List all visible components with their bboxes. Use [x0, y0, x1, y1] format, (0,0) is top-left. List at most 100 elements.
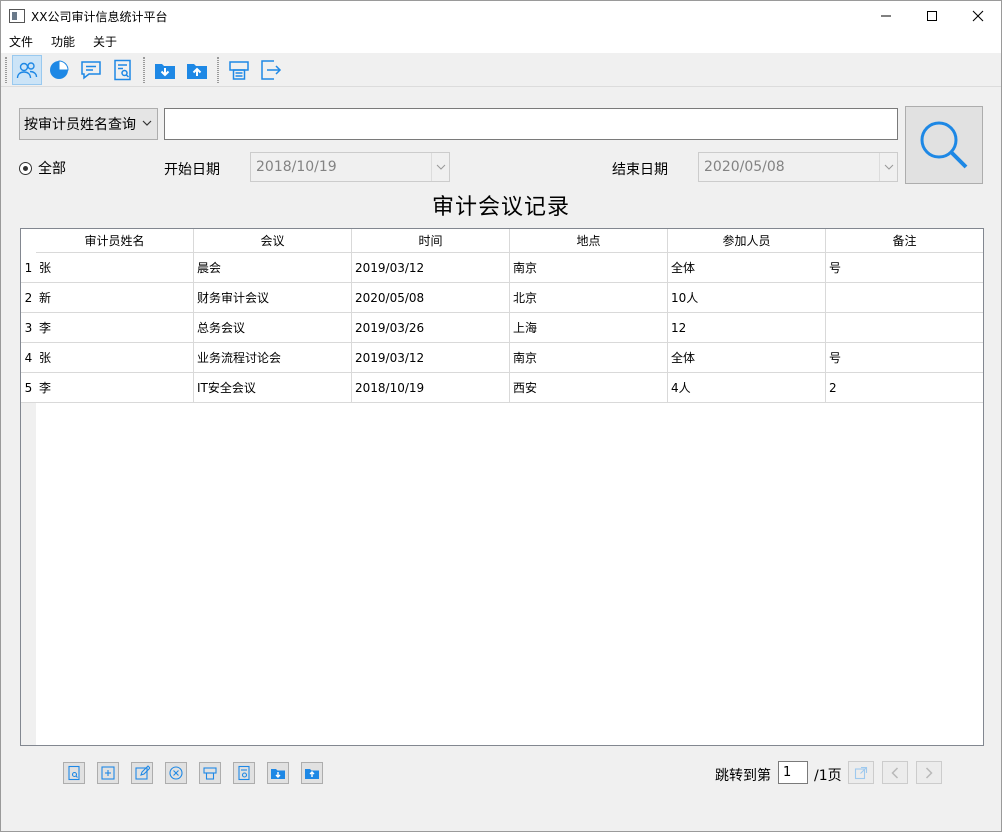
toolbar-chart-button[interactable]	[44, 55, 74, 85]
table-cell[interactable]: 李	[36, 313, 194, 343]
chevron-down-icon	[884, 164, 893, 170]
app-icon	[9, 9, 25, 23]
chevron-down-icon	[436, 164, 445, 170]
toolbar-print-button[interactable]	[224, 55, 254, 85]
minimize-button[interactable]	[863, 1, 909, 31]
table-header-row: 审计员姓名 会议 时间 地点 参加人员 备注	[36, 229, 983, 253]
table-cell[interactable]: 2018/10/19	[352, 373, 510, 403]
edit-record-button[interactable]	[131, 762, 153, 784]
report-button[interactable]	[233, 762, 255, 784]
app-window: XX公司审计信息统计平台 文件 功能 关于 按审计员姓名查询 全部 开始日期 2…	[0, 0, 1002, 832]
table-row[interactable]: 5 李 IT安全会议 2018/10/19 西安 4人 2	[21, 373, 983, 403]
row-number: 1	[21, 253, 36, 283]
table-cell[interactable]: IT安全会议	[194, 373, 352, 403]
maximize-button[interactable]	[909, 1, 955, 31]
table-cell[interactable]: 总务会议	[194, 313, 352, 343]
report-search-icon	[114, 59, 131, 80]
maximize-icon	[927, 11, 937, 21]
print-icon	[229, 60, 249, 80]
table-cell[interactable]: 南京	[510, 253, 668, 283]
table-row[interactable]: 3 李 总务会议 2019/03/26 上海 12	[21, 313, 983, 343]
table-cell[interactable]: 全体	[668, 343, 826, 373]
delete-record-button[interactable]	[165, 762, 187, 784]
table-cell[interactable]: 张	[36, 253, 194, 283]
table-cell[interactable]: 李	[36, 373, 194, 403]
print-record-button[interactable]	[199, 762, 221, 784]
prev-page-button[interactable]	[882, 761, 908, 784]
column-header[interactable]: 备注	[826, 229, 983, 253]
menu-bar: 文件 功能 关于	[1, 31, 1001, 53]
menu-function[interactable]: 功能	[42, 31, 84, 53]
table-cell[interactable]: 上海	[510, 313, 668, 343]
row-number: 5	[21, 373, 36, 403]
records-table[interactable]: 审计员姓名 会议 时间 地点 参加人员 备注 1 张 晨会 2019/03/12…	[20, 228, 984, 746]
table-cell[interactable]: 2019/03/26	[352, 313, 510, 343]
table-cell[interactable]: 号	[826, 253, 983, 283]
toolbar-export-button[interactable]	[182, 55, 212, 85]
radio-all[interactable]: 全部	[19, 158, 66, 178]
minimize-icon	[881, 15, 891, 17]
next-page-button[interactable]	[916, 761, 942, 784]
table-cell[interactable]: 张	[36, 343, 194, 373]
end-date-label: 结束日期	[612, 162, 668, 178]
report-search-icon	[238, 765, 250, 781]
table-cell[interactable]: 北京	[510, 283, 668, 313]
toolbar-grip	[5, 56, 7, 83]
column-header[interactable]: 会议	[194, 229, 352, 253]
search-button[interactable]	[905, 106, 983, 184]
table-cell[interactable]: 号	[826, 343, 983, 373]
table-cell[interactable]: 业务流程讨论会	[194, 343, 352, 373]
table-cell[interactable]	[826, 283, 983, 313]
table-row[interactable]: 2 新 财务审计会议 2020/05/08 北京 10人	[21, 283, 983, 313]
column-header[interactable]: 参加人员	[668, 229, 826, 253]
table-cell[interactable]	[826, 313, 983, 343]
add-icon	[101, 766, 115, 780]
toolbar-report-button[interactable]	[108, 55, 138, 85]
users-icon	[16, 61, 38, 78]
toolbar-exit-button[interactable]	[256, 55, 286, 85]
end-date-value: 2020/05/08	[704, 159, 785, 175]
search-input[interactable]	[164, 108, 898, 140]
end-date-picker[interactable]: 2020/05/08	[698, 152, 898, 182]
chevron-left-icon	[891, 766, 899, 779]
close-button[interactable]	[955, 1, 1001, 31]
search-mode-select[interactable]: 按审计员姓名查询	[19, 108, 158, 140]
menu-file[interactable]: 文件	[1, 31, 42, 53]
table-title: 审计会议记录	[431, 195, 570, 220]
table-row[interactable]: 1 张 晨会 2019/03/12 南京 全体 号	[21, 253, 983, 283]
table-cell[interactable]: 南京	[510, 343, 668, 373]
table-cell[interactable]: 西安	[510, 373, 668, 403]
table-cell[interactable]: 晨会	[194, 253, 352, 283]
table-cell[interactable]: 2019/03/12	[352, 343, 510, 373]
table-cell[interactable]: 新	[36, 283, 194, 313]
export-record-button[interactable]	[301, 762, 323, 784]
toolbar-users-button[interactable]	[12, 54, 42, 85]
goto-page-label: 跳转到第	[715, 768, 771, 784]
table-cell[interactable]: 财务审计会议	[194, 283, 352, 313]
row-number: 3	[21, 313, 36, 343]
page-number-input[interactable]	[778, 761, 808, 784]
goto-page-button[interactable]	[848, 761, 874, 784]
toolbar-import-button[interactable]	[150, 55, 180, 85]
column-header[interactable]: 地点	[510, 229, 668, 253]
add-record-button[interactable]	[97, 762, 119, 784]
title-bar: XX公司审计信息统计平台	[1, 1, 1001, 31]
import-record-button[interactable]	[267, 762, 289, 784]
start-date-picker[interactable]: 2018/10/19	[250, 152, 450, 182]
table-cell[interactable]: 2	[826, 373, 983, 403]
toolbar-separator	[143, 56, 145, 83]
table-cell[interactable]: 10人	[668, 283, 826, 313]
row-number: 2	[21, 283, 36, 313]
column-header[interactable]: 时间	[352, 229, 510, 253]
pie-chart-icon	[50, 59, 69, 79]
table-cell[interactable]: 2020/05/08	[352, 283, 510, 313]
table-cell[interactable]: 全体	[668, 253, 826, 283]
table-cell[interactable]: 12	[668, 313, 826, 343]
table-cell[interactable]: 2019/03/12	[352, 253, 510, 283]
column-header[interactable]: 审计员姓名	[36, 229, 194, 253]
toolbar-message-button[interactable]	[76, 55, 106, 85]
query-record-button[interactable]	[63, 762, 85, 784]
table-cell[interactable]: 4人	[668, 373, 826, 403]
table-row[interactable]: 4 张 业务流程讨论会 2019/03/12 南京 全体 号	[21, 343, 983, 373]
menu-about[interactable]: 关于	[84, 31, 126, 53]
